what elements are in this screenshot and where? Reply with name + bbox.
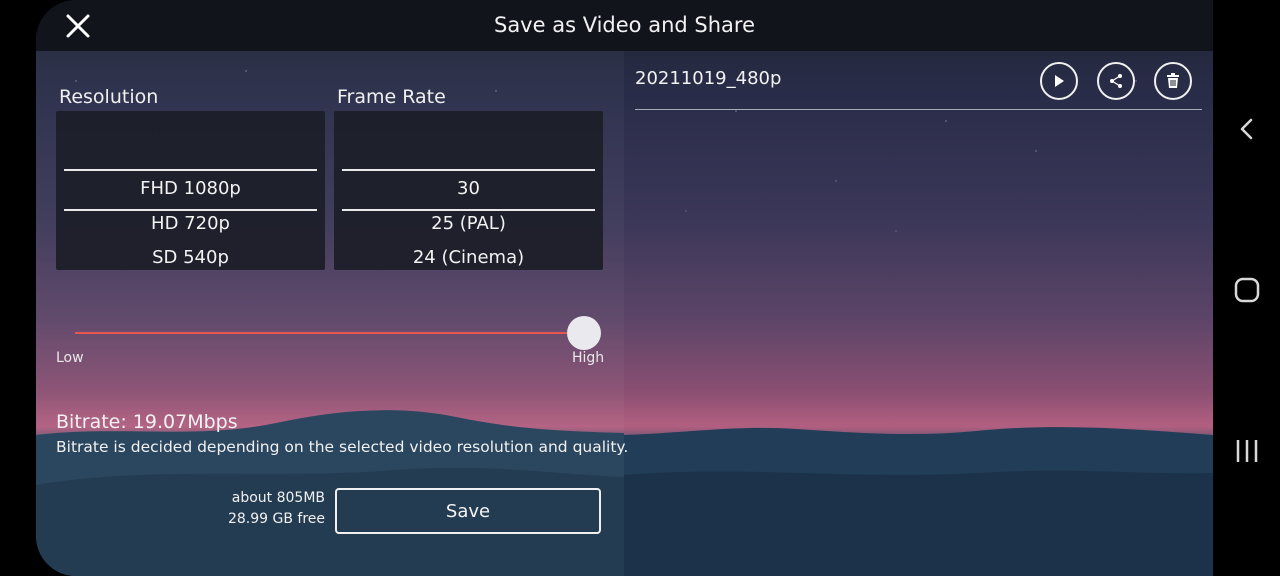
resolution-label: Resolution: [59, 86, 159, 108]
frame-rate-label: Frame Rate: [337, 86, 446, 108]
resolution-picker[interactable]: FHD 1080p HD 720p SD 540p: [56, 111, 325, 270]
play-icon: [1055, 75, 1064, 87]
screen: Save as Video and Share Resolution FHD 1…: [0, 0, 1280, 576]
resolution-option-hd[interactable]: HD 720p: [56, 213, 325, 234]
quality-slider-thumb[interactable]: [567, 316, 601, 350]
picker-selection-top-line: [342, 169, 595, 171]
frame-rate-option-24[interactable]: 24 (Cinema): [334, 247, 603, 268]
home-button[interactable]: [1227, 270, 1267, 310]
close-icon: [66, 14, 90, 38]
trash-icon: [1167, 73, 1179, 88]
top-bar: Save as Video and Share: [36, 0, 1213, 51]
resolution-option-fhd[interactable]: FHD 1080p: [56, 178, 325, 199]
bitrate-description: Bitrate is decided depending on the sele…: [56, 438, 629, 456]
app-window: Save as Video and Share Resolution FHD 1…: [36, 0, 1213, 576]
estimated-size: about 805MB: [231, 490, 325, 506]
play-button[interactable]: [1040, 62, 1078, 100]
picker-selection-bottom-line: [342, 209, 595, 211]
bitrate-value: Bitrate: 19.07Mbps: [56, 411, 238, 433]
navigation-bar: [1213, 0, 1280, 576]
file-name: 20211019_480p: [635, 68, 782, 89]
frame-rate-option-25[interactable]: 25 (PAL): [334, 213, 603, 234]
back-button[interactable]: [1227, 109, 1267, 149]
back-icon: [1240, 118, 1253, 140]
free-space: 28.99 GB free: [227, 511, 325, 527]
share-icon: [1110, 74, 1122, 88]
page-title: Save as Video and Share: [493, 13, 755, 37]
recents-icon: [1236, 440, 1258, 462]
save-button[interactable]: Save: [335, 488, 601, 534]
delete-button[interactable]: [1154, 62, 1192, 100]
storage-info: about 805MB 28.99 GB free: [228, 488, 325, 530]
frame-rate-picker[interactable]: 30 25 (PAL) 24 (Cinema): [334, 111, 603, 270]
slider-high-label: High: [572, 350, 605, 366]
picker-selection-top-line: [64, 169, 317, 171]
quality-slider-track[interactable]: [75, 332, 585, 334]
resolution-option-sd[interactable]: SD 540p: [56, 247, 325, 268]
recents-button[interactable]: [1227, 431, 1267, 471]
file-row-divider: [635, 109, 1202, 110]
home-icon: [1234, 277, 1260, 303]
share-button[interactable]: [1097, 62, 1135, 100]
close-button[interactable]: [58, 6, 98, 46]
frame-rate-option-30[interactable]: 30: [334, 178, 603, 199]
picker-selection-bottom-line: [64, 209, 317, 211]
slider-low-label: Low: [56, 350, 84, 366]
